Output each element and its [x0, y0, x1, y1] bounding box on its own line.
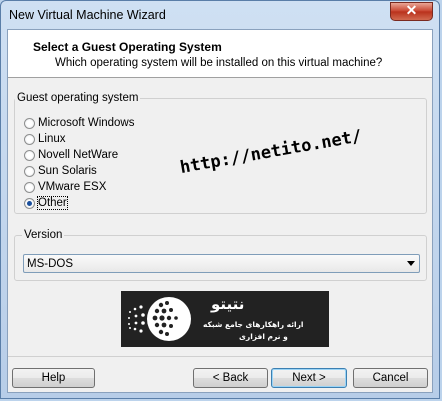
next-button[interactable]: Next >	[271, 368, 347, 388]
version-label: Version	[22, 229, 65, 241]
window-title: New Virtual Machine Wizard	[9, 8, 166, 22]
version-select-value: MS-DOS	[27, 258, 73, 270]
netito-banner: نتیتو ارائه راهکارهای جامع شبکه و نرم اف…	[121, 291, 329, 347]
radio-button[interactable]	[24, 165, 35, 177]
radio-option-microsoft-windows[interactable]: Microsoft Windows	[24, 116, 135, 130]
next-button-label: Next >	[292, 372, 326, 384]
chevron-down-icon[interactable]	[407, 261, 415, 266]
title-bar[interactable]: New Virtual Machine Wizard ✕	[1, 1, 439, 29]
radio-option-other[interactable]: Other	[24, 196, 68, 210]
banner-tagline-line1: ارائه راهکارهای جامع شبکه	[203, 320, 304, 329]
version-select[interactable]: MS-DOS	[23, 254, 420, 273]
close-icon: ✕	[405, 2, 418, 18]
radio-option-linux[interactable]: Linux	[24, 132, 66, 146]
guest-os-group-label: Guest operating system	[15, 92, 141, 104]
page-subtitle: Which operating system will be installed…	[55, 57, 383, 69]
radio-label: Microsoft Windows	[38, 117, 135, 129]
cancel-button[interactable]: Cancel	[353, 368, 428, 388]
help-button[interactable]: Help	[12, 368, 95, 388]
cancel-button-label: Cancel	[372, 372, 409, 384]
radio-label-text: Microsoft Windows	[38, 117, 135, 129]
radio-label-text: VMware ESX	[38, 181, 107, 193]
radio-button[interactable]	[24, 117, 35, 129]
radio-button[interactable]	[24, 149, 35, 161]
netito-logo-icon	[128, 297, 191, 341]
radio-button[interactable]	[24, 133, 35, 145]
radio-label-text: Other	[37, 196, 68, 210]
wizard-body: Select a Guest Operating System Which op…	[7, 29, 433, 393]
radio-label-text: Linux	[38, 133, 66, 145]
radio-button[interactable]	[24, 181, 35, 193]
back-button[interactable]: < Back	[193, 368, 268, 388]
page-title: Select a Guest Operating System	[33, 40, 222, 54]
banner-tagline-line2: و نرم افزاری	[239, 332, 288, 341]
radio-option-sun-solaris[interactable]: Sun Solaris	[24, 164, 97, 178]
wizard-header: Select a Guest Operating System Which op…	[8, 30, 432, 78]
radio-label-text: Sun Solaris	[38, 165, 97, 177]
back-button-label: < Back	[212, 372, 249, 384]
banner-brand-name: نتیتو	[211, 295, 245, 313]
radio-button-selected[interactable]	[24, 197, 35, 209]
radio-label-text: Novell NetWare	[38, 149, 119, 161]
help-button-label: Help	[41, 372, 66, 384]
close-button[interactable]: ✕	[390, 2, 433, 21]
radio-option-novell-netware[interactable]: Novell NetWare	[24, 148, 118, 162]
footer-divider	[8, 356, 432, 357]
wizard-window: New Virtual Machine Wizard ✕ Select a Gu…	[0, 0, 440, 399]
radio-option-vmware-esx[interactable]: VMware ESX	[24, 180, 106, 194]
